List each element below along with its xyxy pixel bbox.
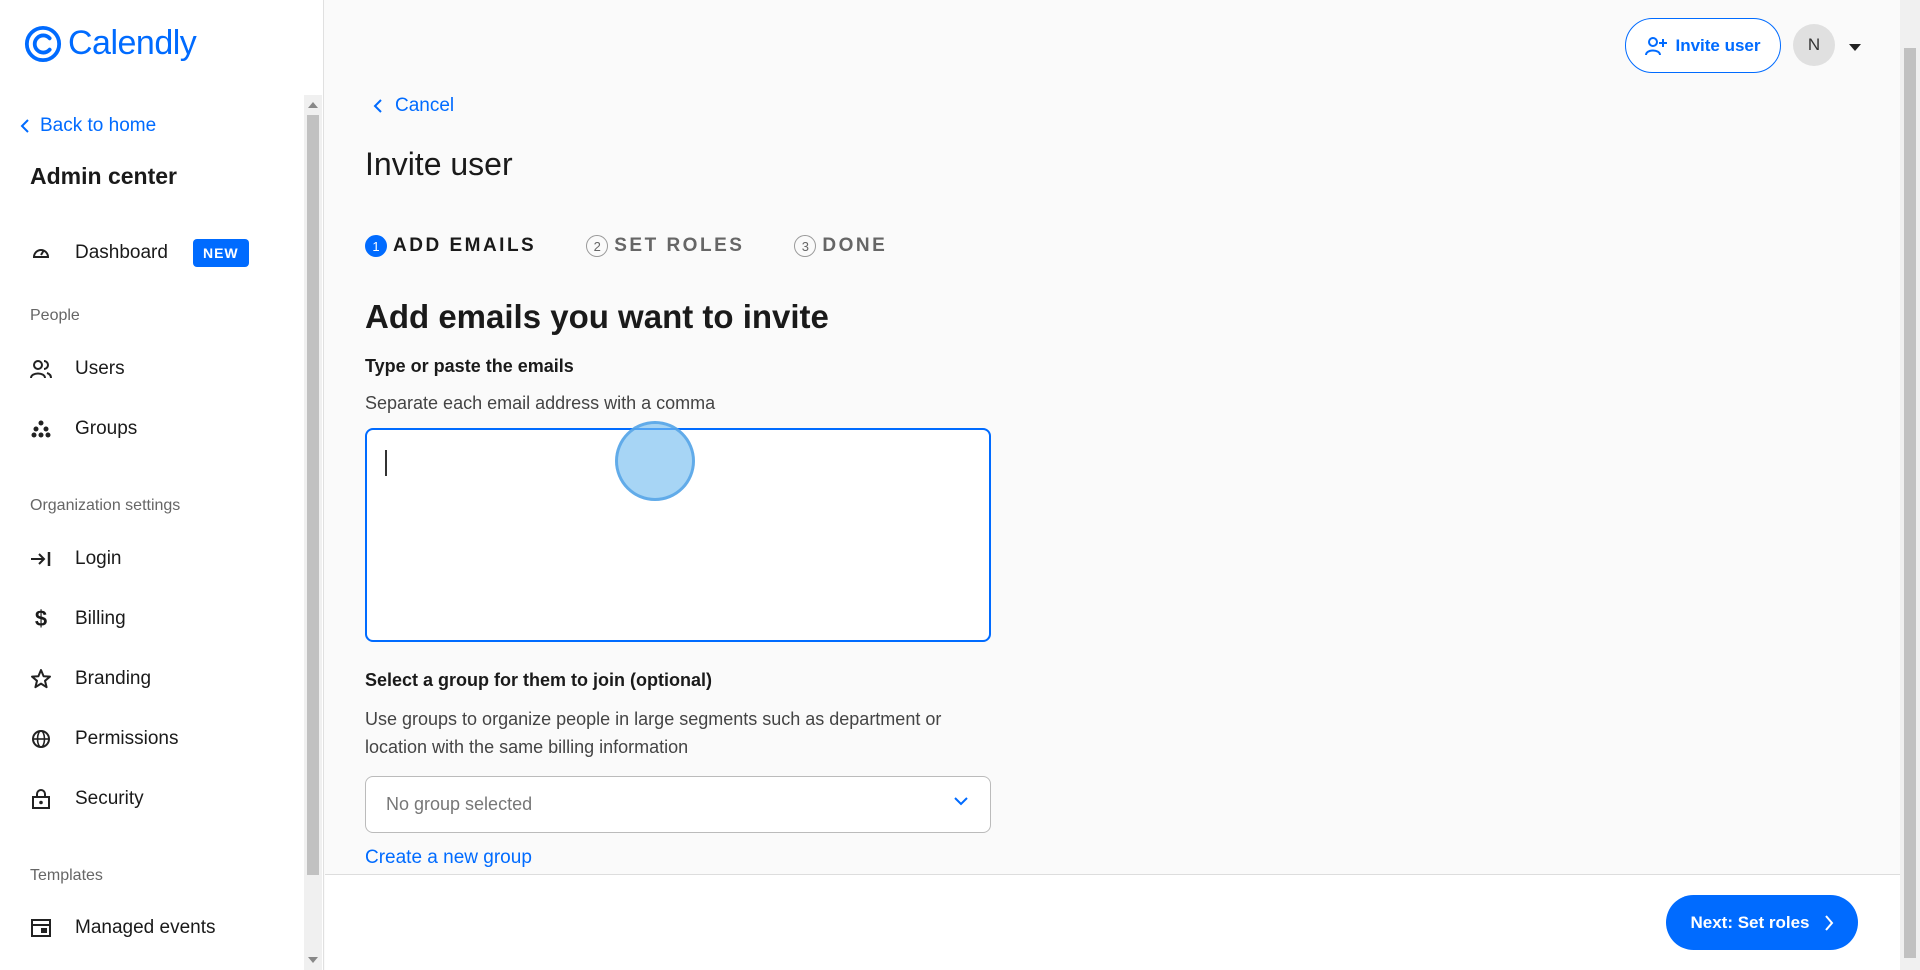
emails-field-label: Type or paste the emails <box>365 356 574 376</box>
group-field-label: Select a group for them to join (optiona… <box>365 670 712 690</box>
sidebar-item-managed-events[interactable]: Managed events <box>30 912 216 944</box>
main-content: Invite user N Cancel Invite user 1 ADD E… <box>325 0 1900 874</box>
people-section-label: People <box>30 307 80 324</box>
chevron-right-icon <box>1824 914 1833 931</box>
sidebar-item-label: Dashboard <box>75 242 168 263</box>
new-badge: NEW <box>192 239 249 267</box>
group-select-value: No group selected <box>386 794 533 814</box>
add-user-icon <box>1645 36 1668 55</box>
step-set-roles: 2 SET ROLES <box>586 235 744 257</box>
sidebar-nav: Back to home Admin center Dashboard NEW … <box>0 95 304 970</box>
create-group-link[interactable]: Create a new group <box>365 847 532 869</box>
sidebar-scrollbar-thumb[interactable] <box>307 115 319 875</box>
scroll-up-arrow-icon[interactable] <box>308 102 318 108</box>
admin-center-title: Admin center <box>30 163 177 189</box>
sidebar-item-billing[interactable]: $ Billing <box>30 603 126 635</box>
sidebar: Calendly Back to home Admin center Dashb… <box>0 0 324 970</box>
sidebar-item-permissions[interactable]: Permissions <box>30 723 178 755</box>
templates-section-label: Templates <box>30 867 103 884</box>
step-label: ADD EMAILS <box>393 235 537 256</box>
footer-bar: Next: Set roles <box>325 874 1900 970</box>
avatar[interactable]: N <box>1793 24 1835 66</box>
sidebar-item-label: Login <box>75 548 122 569</box>
scroll-down-arrow-icon[interactable] <box>308 957 318 963</box>
back-to-home-label: Back to home <box>40 115 157 136</box>
back-to-home-link[interactable]: Back to home <box>20 115 156 137</box>
sidebar-item-label: Managed events <box>75 917 216 938</box>
sidebar-item-label: Security <box>75 788 144 809</box>
section-title: Add emails you want to invite <box>365 298 829 335</box>
users-icon <box>30 358 52 380</box>
dollar-icon: $ <box>34 606 48 631</box>
organization-settings-section-label: Organization settings <box>30 497 181 514</box>
sidebar-item-label: Branding <box>75 668 152 689</box>
sidebar-item-login[interactable]: Login <box>30 543 122 575</box>
calendly-logo-icon <box>24 25 62 62</box>
caret-down-icon[interactable] <box>1849 44 1861 51</box>
chevron-left-icon <box>20 119 29 133</box>
sidebar-item-branding[interactable]: Branding <box>30 663 151 695</box>
emails-field-help: Separate each email address with a comma <box>365 393 716 413</box>
stepper: 1 ADD EMAILS 2 SET ROLES 3 DONE <box>365 235 937 257</box>
next-set-roles-button[interactable]: Next: Set roles <box>1666 895 1858 950</box>
chevron-left-icon <box>373 99 382 113</box>
main-scrollbar[interactable] <box>1900 0 1920 970</box>
page-title: Invite user <box>365 146 513 182</box>
group-field-help: Use groups to organize people in large s… <box>365 709 942 757</box>
step-label: DONE <box>822 235 888 256</box>
calendar-card-icon <box>30 917 52 939</box>
sidebar-item-users[interactable]: Users <box>30 353 125 385</box>
next-button-label: Next: Set roles <box>1690 912 1810 932</box>
cancel-label: Cancel <box>395 95 455 116</box>
group-select[interactable]: No group selected <box>365 776 991 833</box>
login-icon <box>30 548 52 570</box>
sidebar-item-security[interactable]: Security <box>30 783 144 815</box>
step-add-emails: 1 ADD EMAILS <box>365 235 536 257</box>
cancel-link[interactable]: Cancel <box>373 95 454 117</box>
step-number: 2 <box>586 235 609 257</box>
main-scrollbar-thumb[interactable] <box>1904 48 1916 958</box>
step-number: 1 <box>365 235 387 257</box>
sidebar-item-label: Billing <box>75 608 126 629</box>
sidebar-scrollbar[interactable] <box>304 95 322 970</box>
star-icon <box>30 668 52 690</box>
step-done: 3 DONE <box>794 235 887 257</box>
sidebar-item-label: Users <box>75 358 125 379</box>
calendly-logo[interactable]: Calendly <box>24 24 197 63</box>
text-caret <box>385 450 387 476</box>
step-number: 3 <box>794 235 817 257</box>
brand-name: Calendly <box>68 24 197 62</box>
sidebar-item-label: Groups <box>75 418 138 439</box>
step-label: SET ROLES <box>614 235 745 256</box>
globe-icon <box>30 728 52 750</box>
groups-icon <box>30 418 52 440</box>
click-indicator <box>615 421 695 501</box>
gauge-icon <box>30 242 52 264</box>
sidebar-item-label: Permissions <box>75 728 179 749</box>
invite-user-button[interactable]: Invite user <box>1625 18 1781 73</box>
sidebar-item-dashboard[interactable]: Dashboard NEW <box>30 237 249 269</box>
chevron-down-icon <box>954 797 968 806</box>
sidebar-item-groups[interactable]: Groups <box>30 413 137 445</box>
invite-user-label: Invite user <box>1675 35 1761 55</box>
lock-icon <box>30 788 52 810</box>
